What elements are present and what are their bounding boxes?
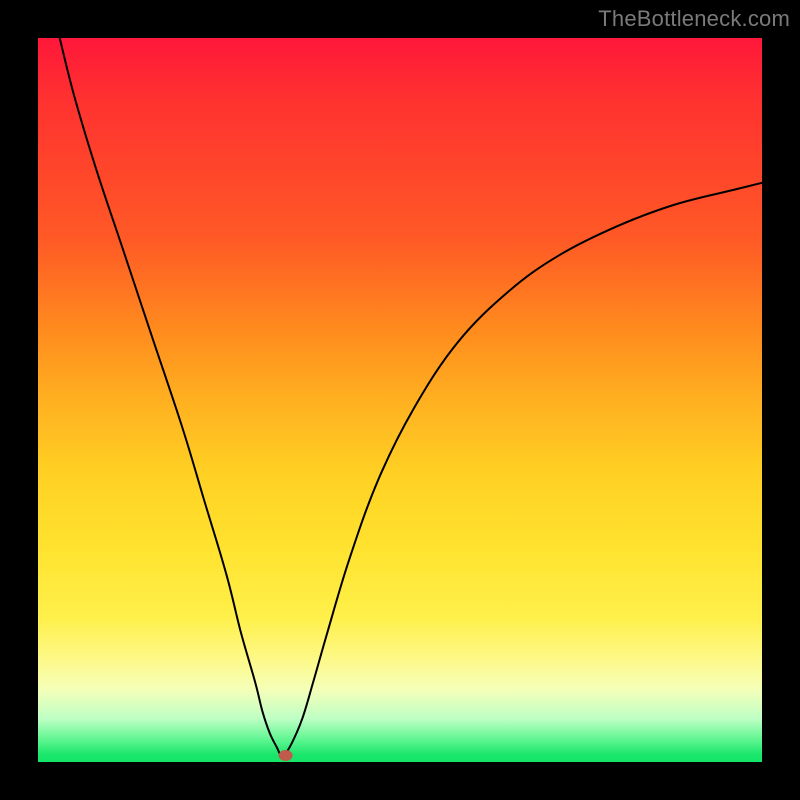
- minimum-marker: [279, 750, 293, 761]
- chart-frame: TheBottleneck.com: [0, 0, 800, 800]
- bottleneck-curve: [60, 38, 762, 756]
- watermark-text: TheBottleneck.com: [598, 6, 790, 32]
- curve-layer: [38, 38, 762, 762]
- plot-area: [38, 38, 762, 762]
